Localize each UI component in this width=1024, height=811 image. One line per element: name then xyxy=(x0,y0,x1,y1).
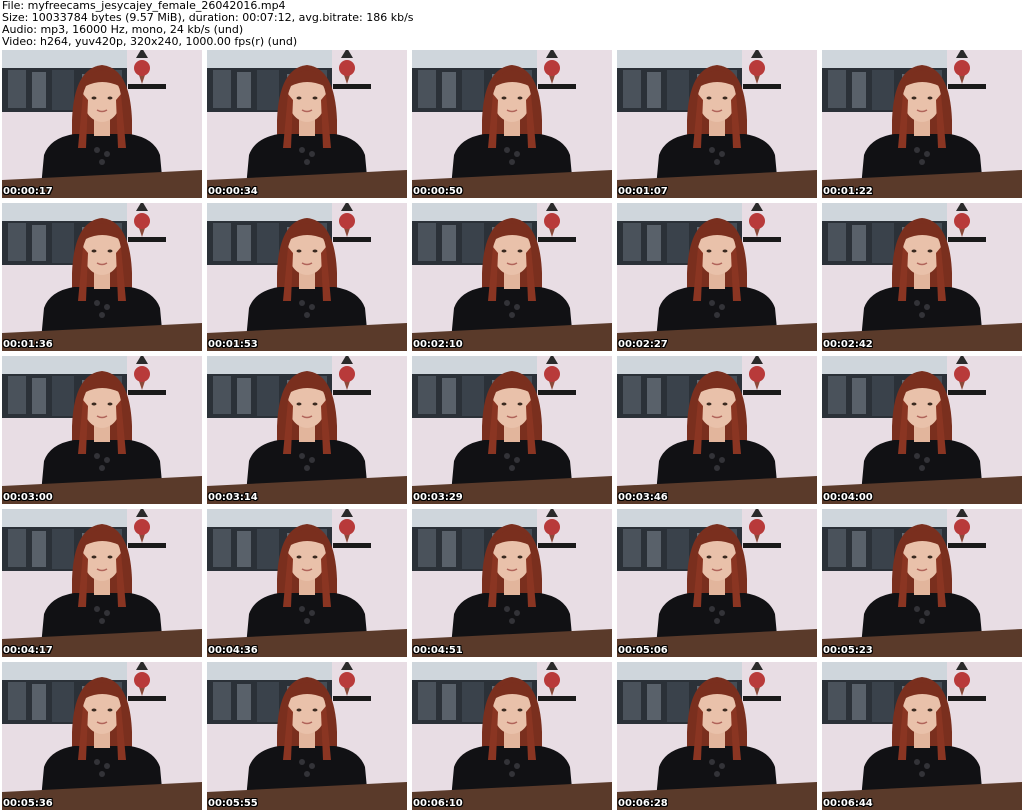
video-frame-image xyxy=(2,203,202,351)
video-frame-image xyxy=(617,662,817,810)
video-thumbnail: 00:01:36 xyxy=(2,203,202,351)
thumbnail-timestamp: 00:03:46 xyxy=(618,492,668,503)
video-frame-image xyxy=(822,509,1022,657)
thumbnail-timestamp: 00:02:27 xyxy=(618,339,668,350)
thumbnail-timestamp: 00:04:36 xyxy=(208,645,258,656)
thumbnail-timestamp: 00:03:29 xyxy=(413,492,463,503)
video-thumbnail: 00:03:00 xyxy=(2,356,202,504)
video-frame-image xyxy=(412,356,612,504)
thumbnail-timestamp: 00:05:23 xyxy=(823,645,873,656)
thumbnail-timestamp: 00:06:10 xyxy=(413,798,463,809)
video-thumbnail: 00:04:51 xyxy=(412,509,612,657)
video-thumbnail: 00:00:34 xyxy=(207,50,407,198)
video-thumbnail: 00:03:29 xyxy=(412,356,612,504)
thumbnail-timestamp: 00:04:51 xyxy=(413,645,463,656)
video-frame-image xyxy=(822,356,1022,504)
video-thumbnail: 00:06:28 xyxy=(617,662,817,810)
thumbnail-timestamp: 00:01:22 xyxy=(823,186,873,197)
thumbnail-timestamp: 00:03:00 xyxy=(3,492,53,503)
video-thumbnail: 00:01:53 xyxy=(207,203,407,351)
video-thumbnail: 00:05:36 xyxy=(2,662,202,810)
video-frame-image xyxy=(412,509,612,657)
video-thumbnail: 00:04:36 xyxy=(207,509,407,657)
video-frame-image xyxy=(412,50,612,198)
video-thumbnail: 00:06:10 xyxy=(412,662,612,810)
video-frame-image xyxy=(207,356,407,504)
video-thumbnail: 00:05:55 xyxy=(207,662,407,810)
video-frame-image xyxy=(822,50,1022,198)
video-thumbnail: 00:00:50 xyxy=(412,50,612,198)
thumbnail-timestamp: 00:00:17 xyxy=(3,186,53,197)
video-frame-image xyxy=(207,203,407,351)
thumbnail-timestamp: 00:06:44 xyxy=(823,798,873,809)
video-frame-image xyxy=(2,50,202,198)
video-frame-image xyxy=(617,356,817,504)
thumbnail-timestamp: 00:04:00 xyxy=(823,492,873,503)
video-frame-image xyxy=(617,203,817,351)
thumbnail-timestamp: 00:05:55 xyxy=(208,798,258,809)
video-thumbnail: 00:01:07 xyxy=(617,50,817,198)
thumbnail-timestamp: 00:02:42 xyxy=(823,339,873,350)
video-thumbnail: 00:02:27 xyxy=(617,203,817,351)
thumbnail-timestamp: 00:06:28 xyxy=(618,798,668,809)
video-frame-image xyxy=(822,203,1022,351)
video-frame-image xyxy=(412,662,612,810)
video-thumbnail: 00:04:00 xyxy=(822,356,1022,504)
thumbnail-timestamp: 00:05:06 xyxy=(618,645,668,656)
video-thumbnail: 00:06:44 xyxy=(822,662,1022,810)
video-frame-image xyxy=(207,50,407,198)
video-thumbnail: 00:05:06 xyxy=(617,509,817,657)
video-frame-image xyxy=(2,509,202,657)
file-info-header: File: myfreecams_jesycajey_female_260420… xyxy=(2,0,1022,48)
thumbnail-timestamp: 00:02:10 xyxy=(413,339,463,350)
video-frame-image xyxy=(2,662,202,810)
video-thumbnail: 00:01:22 xyxy=(822,50,1022,198)
video-info-line: Video: h264, yuv420p, 320x240, 1000.00 f… xyxy=(2,35,298,48)
thumbnail-timestamp: 00:01:53 xyxy=(208,339,258,350)
video-frame-image xyxy=(617,509,817,657)
video-thumbnail: 00:04:17 xyxy=(2,509,202,657)
thumbnail-timestamp: 00:00:50 xyxy=(413,186,463,197)
thumbnail-timestamp: 00:05:36 xyxy=(3,798,53,809)
thumbnail-timestamp: 00:00:34 xyxy=(208,186,258,197)
video-frame-image xyxy=(412,203,612,351)
video-thumbnail: 00:03:46 xyxy=(617,356,817,504)
thumbnail-timestamp: 00:01:36 xyxy=(3,339,53,350)
video-frame-image xyxy=(207,662,407,810)
thumbnail-timestamp: 00:03:14 xyxy=(208,492,258,503)
video-thumbnail: 00:02:42 xyxy=(822,203,1022,351)
video-frame-image xyxy=(207,509,407,657)
thumbnail-grid: 00:00:17 00:00:34 00:00:50 00:01:07 00:0… xyxy=(2,50,1022,810)
video-frame-image xyxy=(617,50,817,198)
video-thumbnail: 00:00:17 xyxy=(2,50,202,198)
thumbnail-timestamp: 00:04:17 xyxy=(3,645,53,656)
video-frame-image xyxy=(2,356,202,504)
video-thumbnail: 00:05:23 xyxy=(822,509,1022,657)
video-thumbnail: 00:02:10 xyxy=(412,203,612,351)
video-thumbnail: 00:03:14 xyxy=(207,356,407,504)
thumbnail-timestamp: 00:01:07 xyxy=(618,186,668,197)
video-frame-image xyxy=(822,662,1022,810)
